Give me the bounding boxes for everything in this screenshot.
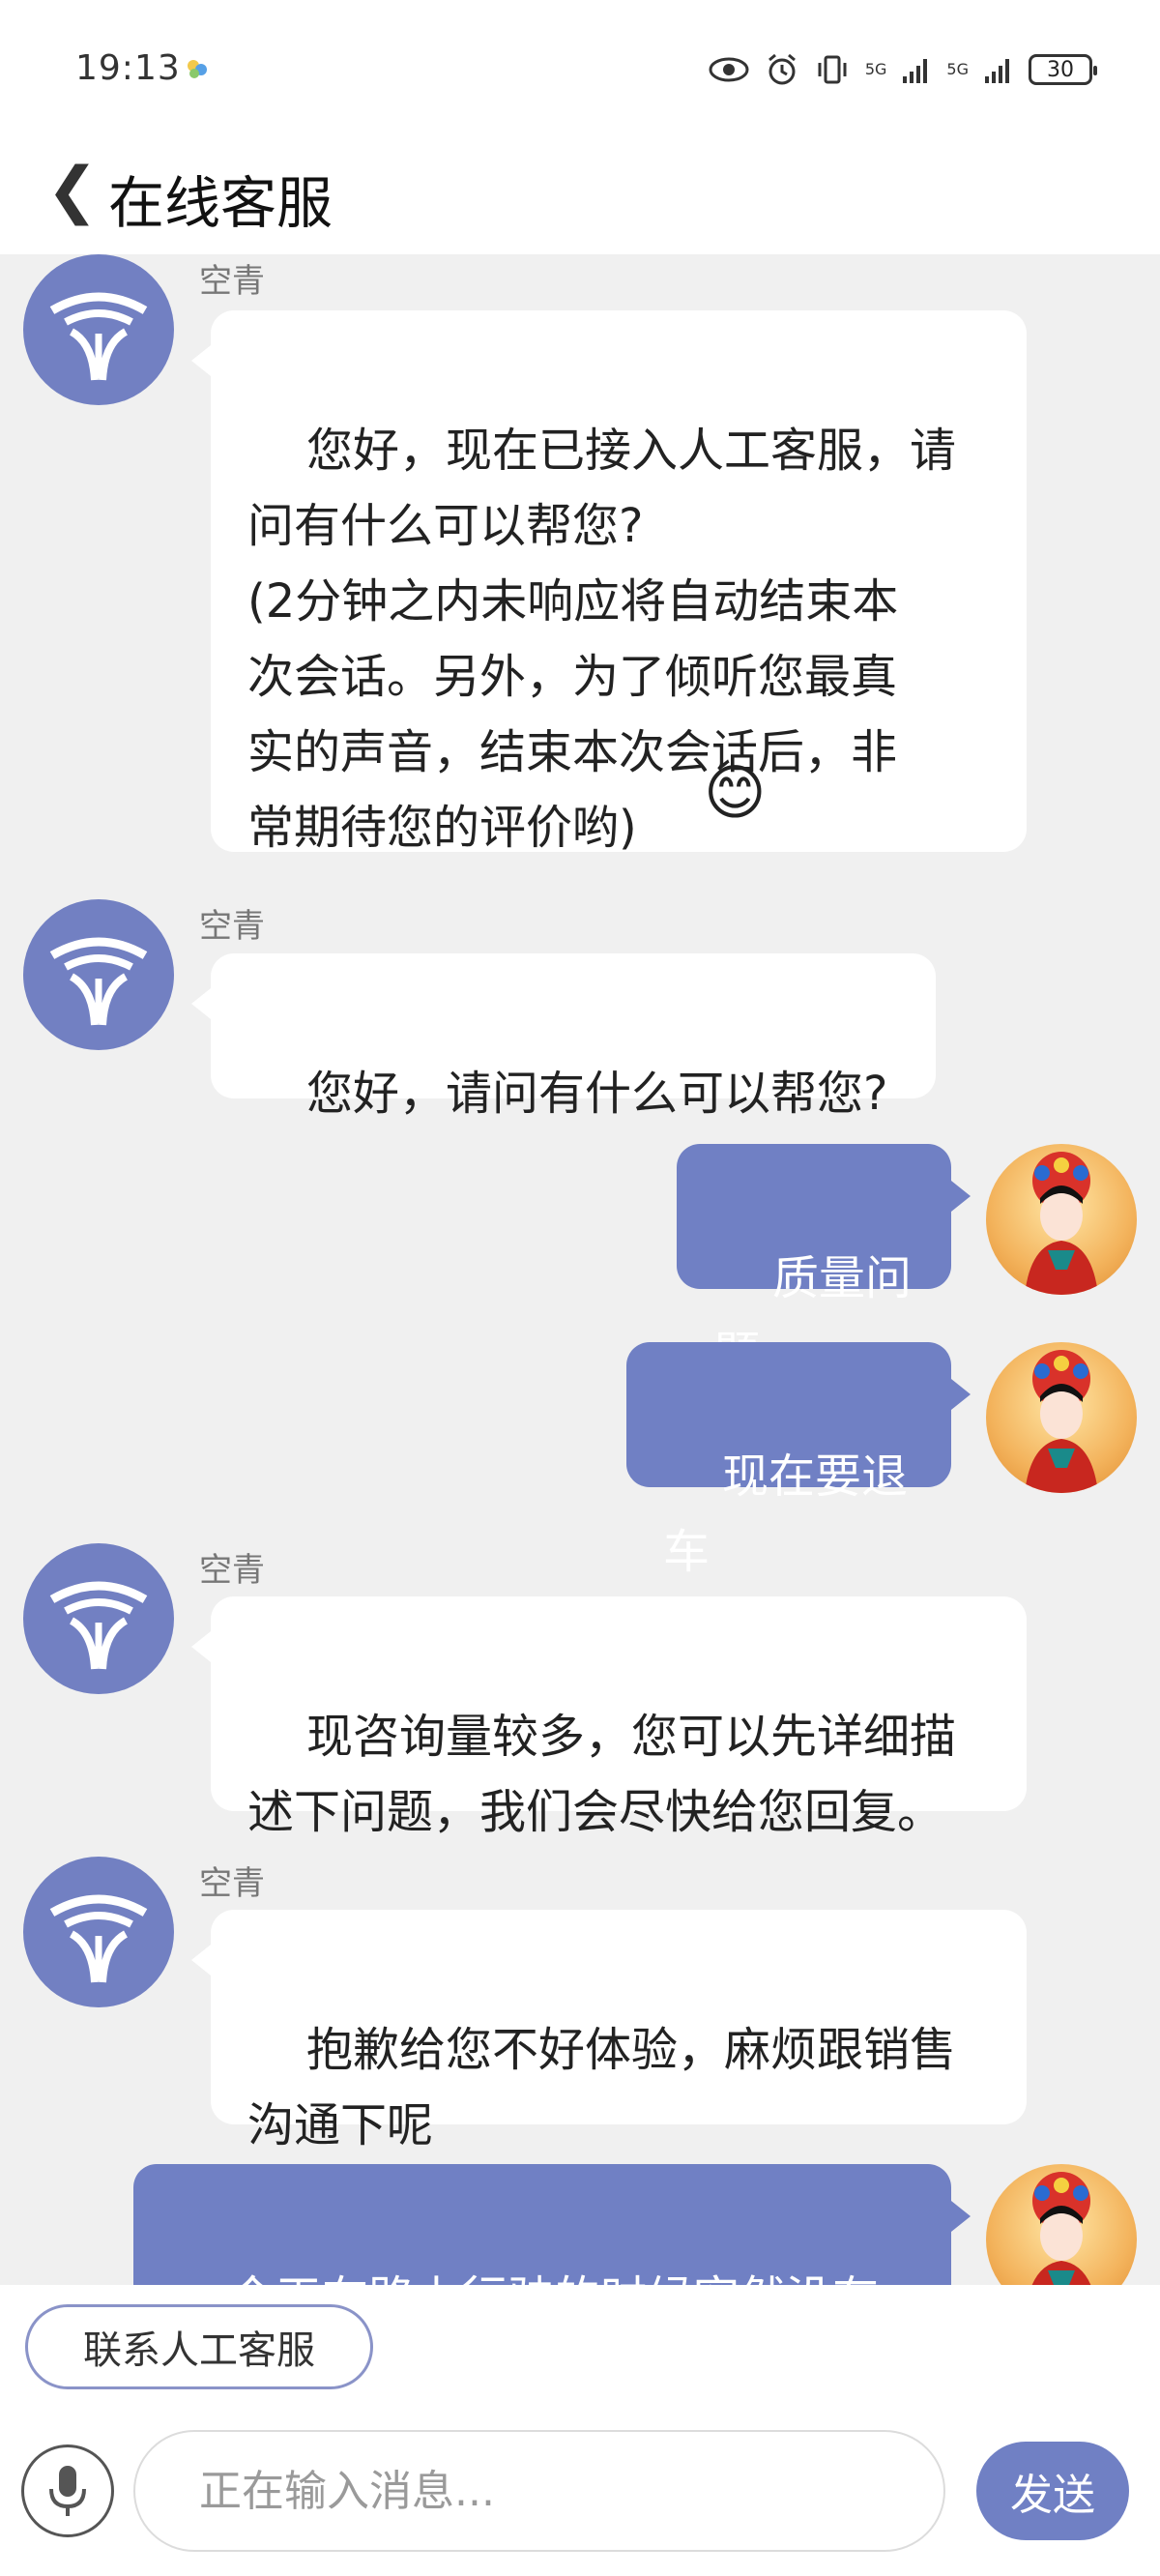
title-bar: ❮ 在线客服 bbox=[0, 140, 1160, 254]
message-text: 今天在路上行驶的时候突然没有 bbox=[229, 2271, 879, 2285]
input-area: 联系人工客服 发送 bbox=[0, 2285, 1160, 2576]
contact-human-agent-button[interactable]: 联系人工客服 bbox=[25, 2304, 373, 2389]
message-bubble: 抱歉给您不好体验，麻烦跟销售 沟通下呢 bbox=[191, 1910, 1027, 2152]
sender-name: 空青 bbox=[199, 1864, 265, 1903]
message-text: 您好，请问有什么可以帮您? bbox=[306, 1067, 888, 1121]
smile-emoji-icon: 😊 bbox=[704, 757, 767, 828]
brand-logo-icon bbox=[49, 1581, 148, 1670]
opera-portrait-icon bbox=[1031, 2172, 1091, 2285]
user-avatar bbox=[986, 1144, 1137, 1295]
signal-icon bbox=[903, 59, 928, 83]
brand-logo-icon bbox=[49, 937, 148, 1026]
clock: 19:13 bbox=[75, 48, 181, 88]
sender-name: 空青 bbox=[199, 262, 265, 301]
battery-icon: 30 bbox=[1029, 54, 1097, 85]
message-bubble-user: 今天在路上行驶的时候突然没有 bbox=[133, 2164, 971, 2285]
service-avatar bbox=[23, 899, 174, 1050]
message-bubble-user: 质量问题 bbox=[677, 1144, 971, 1381]
opera-portrait-icon bbox=[1025, 1350, 1098, 1493]
eye-icon bbox=[709, 57, 749, 82]
service-avatar bbox=[23, 1857, 174, 2007]
message-bubble: 您好，现在已接入人工客服，请 问有什么可以帮您? (2分钟之内未响应将自动结束本… bbox=[191, 310, 1027, 855]
page-title: 在线客服 bbox=[108, 170, 334, 236]
message-text: 现在要退车 bbox=[663, 1449, 909, 1579]
voice-input-button[interactable] bbox=[21, 2444, 114, 2537]
signal-icon bbox=[985, 59, 1009, 83]
message-bubble: 您好，请问有什么可以帮您? bbox=[191, 953, 936, 1121]
message-bubble: 现咨询量较多，您可以先详细描 述下问题，我们会尽快给您回复。 bbox=[191, 1596, 1027, 1839]
message-text: 现咨询量较多，您可以先详细描 述下问题，我们会尽快给您回复。 bbox=[247, 1710, 957, 1839]
message-bubble-user: 现在要退车 bbox=[626, 1342, 971, 1579]
message-text: 您好，现在已接入人工客服，请 问有什么可以帮您? (2分钟之内未响应将自动结束本… bbox=[247, 424, 957, 855]
message-text: 抱歉给您不好体验，麻烦跟销售 沟通下呢 bbox=[247, 2023, 957, 2152]
microphone-icon bbox=[49, 2466, 86, 2516]
chat-area[interactable]: 空青 您好，现在已接入人工客服，请 问有什么可以帮您? (2分钟之内未响应将自动… bbox=[0, 254, 1160, 2285]
service-avatar bbox=[23, 1543, 174, 1694]
brand-logo-icon bbox=[49, 292, 148, 381]
service-avatar bbox=[23, 254, 174, 405]
network-label-2: 5G bbox=[946, 60, 969, 78]
back-button[interactable]: ❮ bbox=[46, 160, 99, 221]
status-bar: 19:13 5G 5G 30 bbox=[0, 0, 1160, 140]
message-input[interactable] bbox=[133, 2430, 945, 2552]
app-dot-icon bbox=[188, 60, 207, 78]
alarm-icon bbox=[768, 53, 796, 85]
send-button[interactable]: 发送 bbox=[976, 2442, 1129, 2540]
user-avatar bbox=[986, 2164, 1137, 2285]
brand-logo-icon bbox=[49, 1894, 148, 1983]
sender-name: 空青 bbox=[199, 1551, 265, 1590]
user-avatar bbox=[986, 1342, 1137, 1493]
vibrate-icon bbox=[818, 55, 847, 84]
status-icons: 5G 5G 30 bbox=[709, 50, 1097, 89]
opera-portrait-icon bbox=[1025, 1152, 1098, 1295]
sender-name: 空青 bbox=[199, 907, 265, 946]
network-label-1: 5G bbox=[864, 60, 887, 78]
